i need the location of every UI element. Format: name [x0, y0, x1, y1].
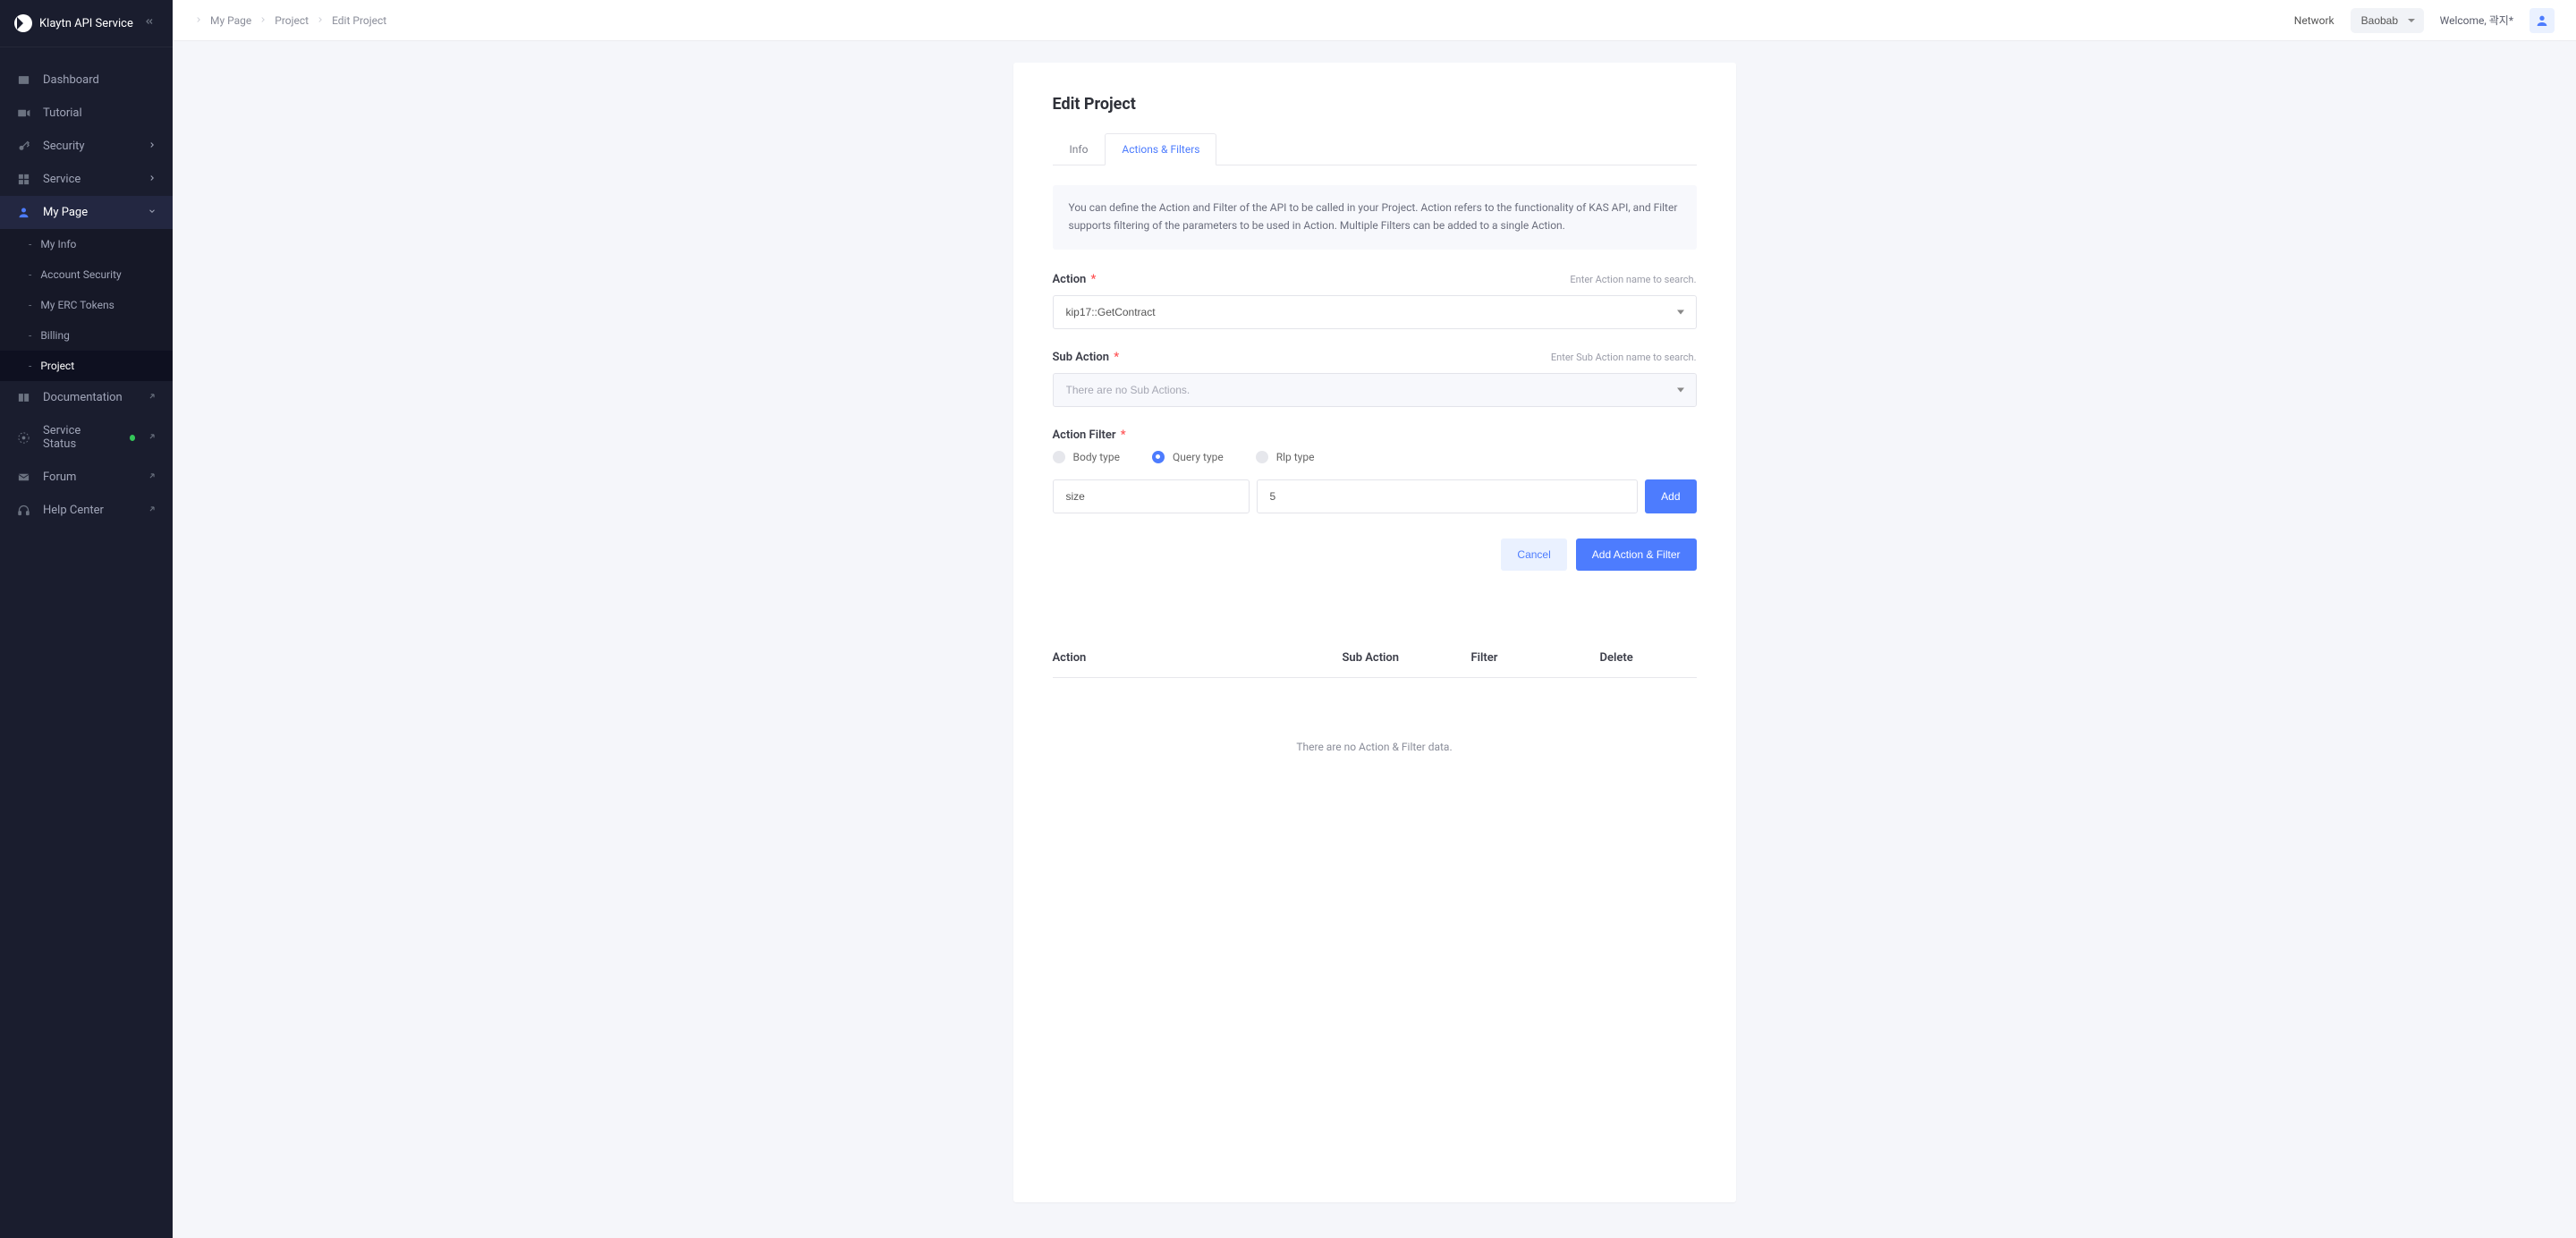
form-actions: Cancel Add Action & Filter — [1053, 538, 1697, 571]
sidebar-item-dashboard[interactable]: Dashboard — [0, 64, 173, 97]
filter-type-radios: Body type Query type Rlp type — [1053, 451, 1697, 463]
headphones-icon — [16, 504, 30, 517]
network-select[interactable]: Baobab — [2351, 8, 2424, 33]
sub-action-label: Sub Action * — [1053, 351, 1120, 364]
field-sub-action: Sub Action * Enter Sub Action name to se… — [1053, 351, 1697, 407]
sidebar-item-label: Security — [43, 140, 85, 153]
action-label: Action * — [1053, 273, 1097, 286]
breadcrumb: My Page Project Edit Project — [194, 14, 386, 27]
key-icon — [16, 140, 30, 153]
mail-icon — [16, 471, 30, 484]
external-link-icon — [148, 471, 157, 483]
status-icon — [16, 431, 30, 445]
sidebar-header: Klaytn API Service — [0, 0, 173, 47]
radio-body-type[interactable]: Body type — [1053, 451, 1120, 463]
sidebar-sub-erc-tokens[interactable]: My ERC Tokens — [0, 290, 173, 320]
th-filter: Filter — [1471, 651, 1600, 665]
chevron-right-icon — [194, 14, 203, 27]
book-icon — [16, 391, 30, 404]
grid-icon — [16, 173, 30, 186]
sidebar-item-label: Service Status — [43, 424, 112, 451]
sidebar-item-label: Service — [43, 173, 80, 186]
th-action: Action — [1053, 651, 1343, 665]
th-sub-action: Sub Action — [1343, 651, 1471, 665]
brand-name: Klaytn API Service — [39, 17, 133, 30]
sidebar-submenu-mypage: My Info Account Security My ERC Tokens B… — [0, 229, 173, 381]
content: Edit Project Info Actions & Filters You … — [173, 41, 2576, 1238]
chevron-right-icon — [258, 14, 267, 27]
logo-icon — [14, 14, 32, 32]
tab-info[interactable]: Info — [1053, 133, 1106, 165]
action-select[interactable]: kip17::GetContract — [1053, 295, 1697, 329]
th-delete: Delete — [1600, 651, 1697, 665]
external-link-icon — [148, 432, 157, 444]
filter-value-input[interactable] — [1257, 479, 1639, 513]
sidebar-item-label: Documentation — [43, 391, 123, 404]
add-filter-button[interactable]: Add — [1645, 479, 1696, 513]
dashboard-icon — [16, 73, 30, 87]
tab-actions-filters[interactable]: Actions & Filters — [1105, 133, 1216, 165]
info-box: You can define the Action and Filter of … — [1053, 185, 1697, 250]
action-filter-label: Action Filter * — [1053, 428, 1126, 442]
video-icon — [16, 106, 30, 120]
radio-query-type[interactable]: Query type — [1152, 451, 1224, 463]
sidebar-nav: Dashboard Tutorial Security — [0, 47, 173, 527]
breadcrumb-item[interactable]: My Page — [210, 14, 251, 27]
user-icon — [16, 206, 30, 219]
user-icon — [2535, 13, 2549, 28]
radio-rlp-type[interactable]: Rlp type — [1256, 451, 1315, 463]
external-link-icon — [148, 392, 157, 403]
field-action: Action * Enter Action name to search. ki… — [1053, 273, 1697, 329]
sidebar-item-forum[interactable]: Forum — [0, 461, 173, 494]
sidebar-sub-billing[interactable]: Billing — [0, 320, 173, 351]
filter-key-input[interactable] — [1053, 479, 1250, 513]
sidebar-item-service[interactable]: Service — [0, 163, 173, 196]
chevron-right-icon — [148, 140, 157, 153]
table-empty-message: There are no Action & Filter data. — [1053, 678, 1697, 762]
sub-action-select[interactable]: There are no Sub Actions. — [1053, 373, 1697, 407]
sidebar-item-label: Dashboard — [43, 73, 99, 87]
sidebar-item-security[interactable]: Security — [0, 130, 173, 163]
add-action-filter-button[interactable]: Add Action & Filter — [1576, 538, 1697, 571]
sidebar-item-service-status[interactable]: Service Status — [0, 414, 173, 461]
sidebar-item-mypage[interactable]: My Page — [0, 196, 173, 229]
avatar[interactable] — [2529, 8, 2555, 33]
action-hint: Enter Action name to search. — [1570, 274, 1696, 285]
table-header: Action Sub Action Filter Delete — [1053, 651, 1697, 678]
sidebar-item-help-center[interactable]: Help Center — [0, 494, 173, 527]
breadcrumb-item[interactable]: Project — [275, 14, 309, 27]
tabs: Info Actions & Filters — [1053, 133, 1697, 165]
edit-project-card: Edit Project Info Actions & Filters You … — [1013, 63, 1736, 1202]
sidebar-item-label: Help Center — [43, 504, 104, 517]
sidebar-item-label: My Page — [43, 206, 88, 219]
chevron-right-icon — [148, 173, 157, 186]
network-label: Network — [2294, 14, 2334, 27]
sidebar-item-label: Tutorial — [43, 106, 82, 120]
status-dot-indicator — [130, 435, 135, 441]
sidebar-sub-account-security[interactable]: Account Security — [0, 259, 173, 290]
action-filter-table: Action Sub Action Filter Delete There ar… — [1053, 651, 1697, 762]
welcome-text: Welcome, 곽지* — [2440, 13, 2513, 28]
sidebar-sub-myinfo[interactable]: My Info — [0, 229, 173, 259]
sidebar-item-tutorial[interactable]: Tutorial — [0, 97, 173, 130]
sub-action-hint: Enter Sub Action name to search. — [1551, 352, 1697, 363]
topbar-right: Network Baobab Welcome, 곽지* — [2294, 8, 2555, 33]
main-area: My Page Project Edit Project Network Bao… — [173, 0, 2576, 1238]
chevron-down-icon — [148, 206, 157, 219]
page-title: Edit Project — [1053, 95, 1697, 114]
sidebar-item-label: Forum — [43, 471, 76, 484]
topbar: My Page Project Edit Project Network Bao… — [173, 0, 2576, 41]
sidebar: Klaytn API Service Dashboard Tutorial — [0, 0, 173, 1238]
sidebar-sub-project[interactable]: Project — [0, 351, 173, 381]
cancel-button[interactable]: Cancel — [1501, 538, 1566, 571]
breadcrumb-item[interactable]: Edit Project — [332, 14, 386, 27]
chevron-right-icon — [316, 14, 325, 27]
chevron-double-left-icon — [144, 16, 155, 27]
field-action-filter: Action Filter * Body type Query type Rlp… — [1053, 428, 1697, 513]
sidebar-item-documentation[interactable]: Documentation — [0, 381, 173, 414]
external-link-icon — [148, 505, 157, 516]
collapse-sidebar-button[interactable] — [140, 13, 158, 34]
